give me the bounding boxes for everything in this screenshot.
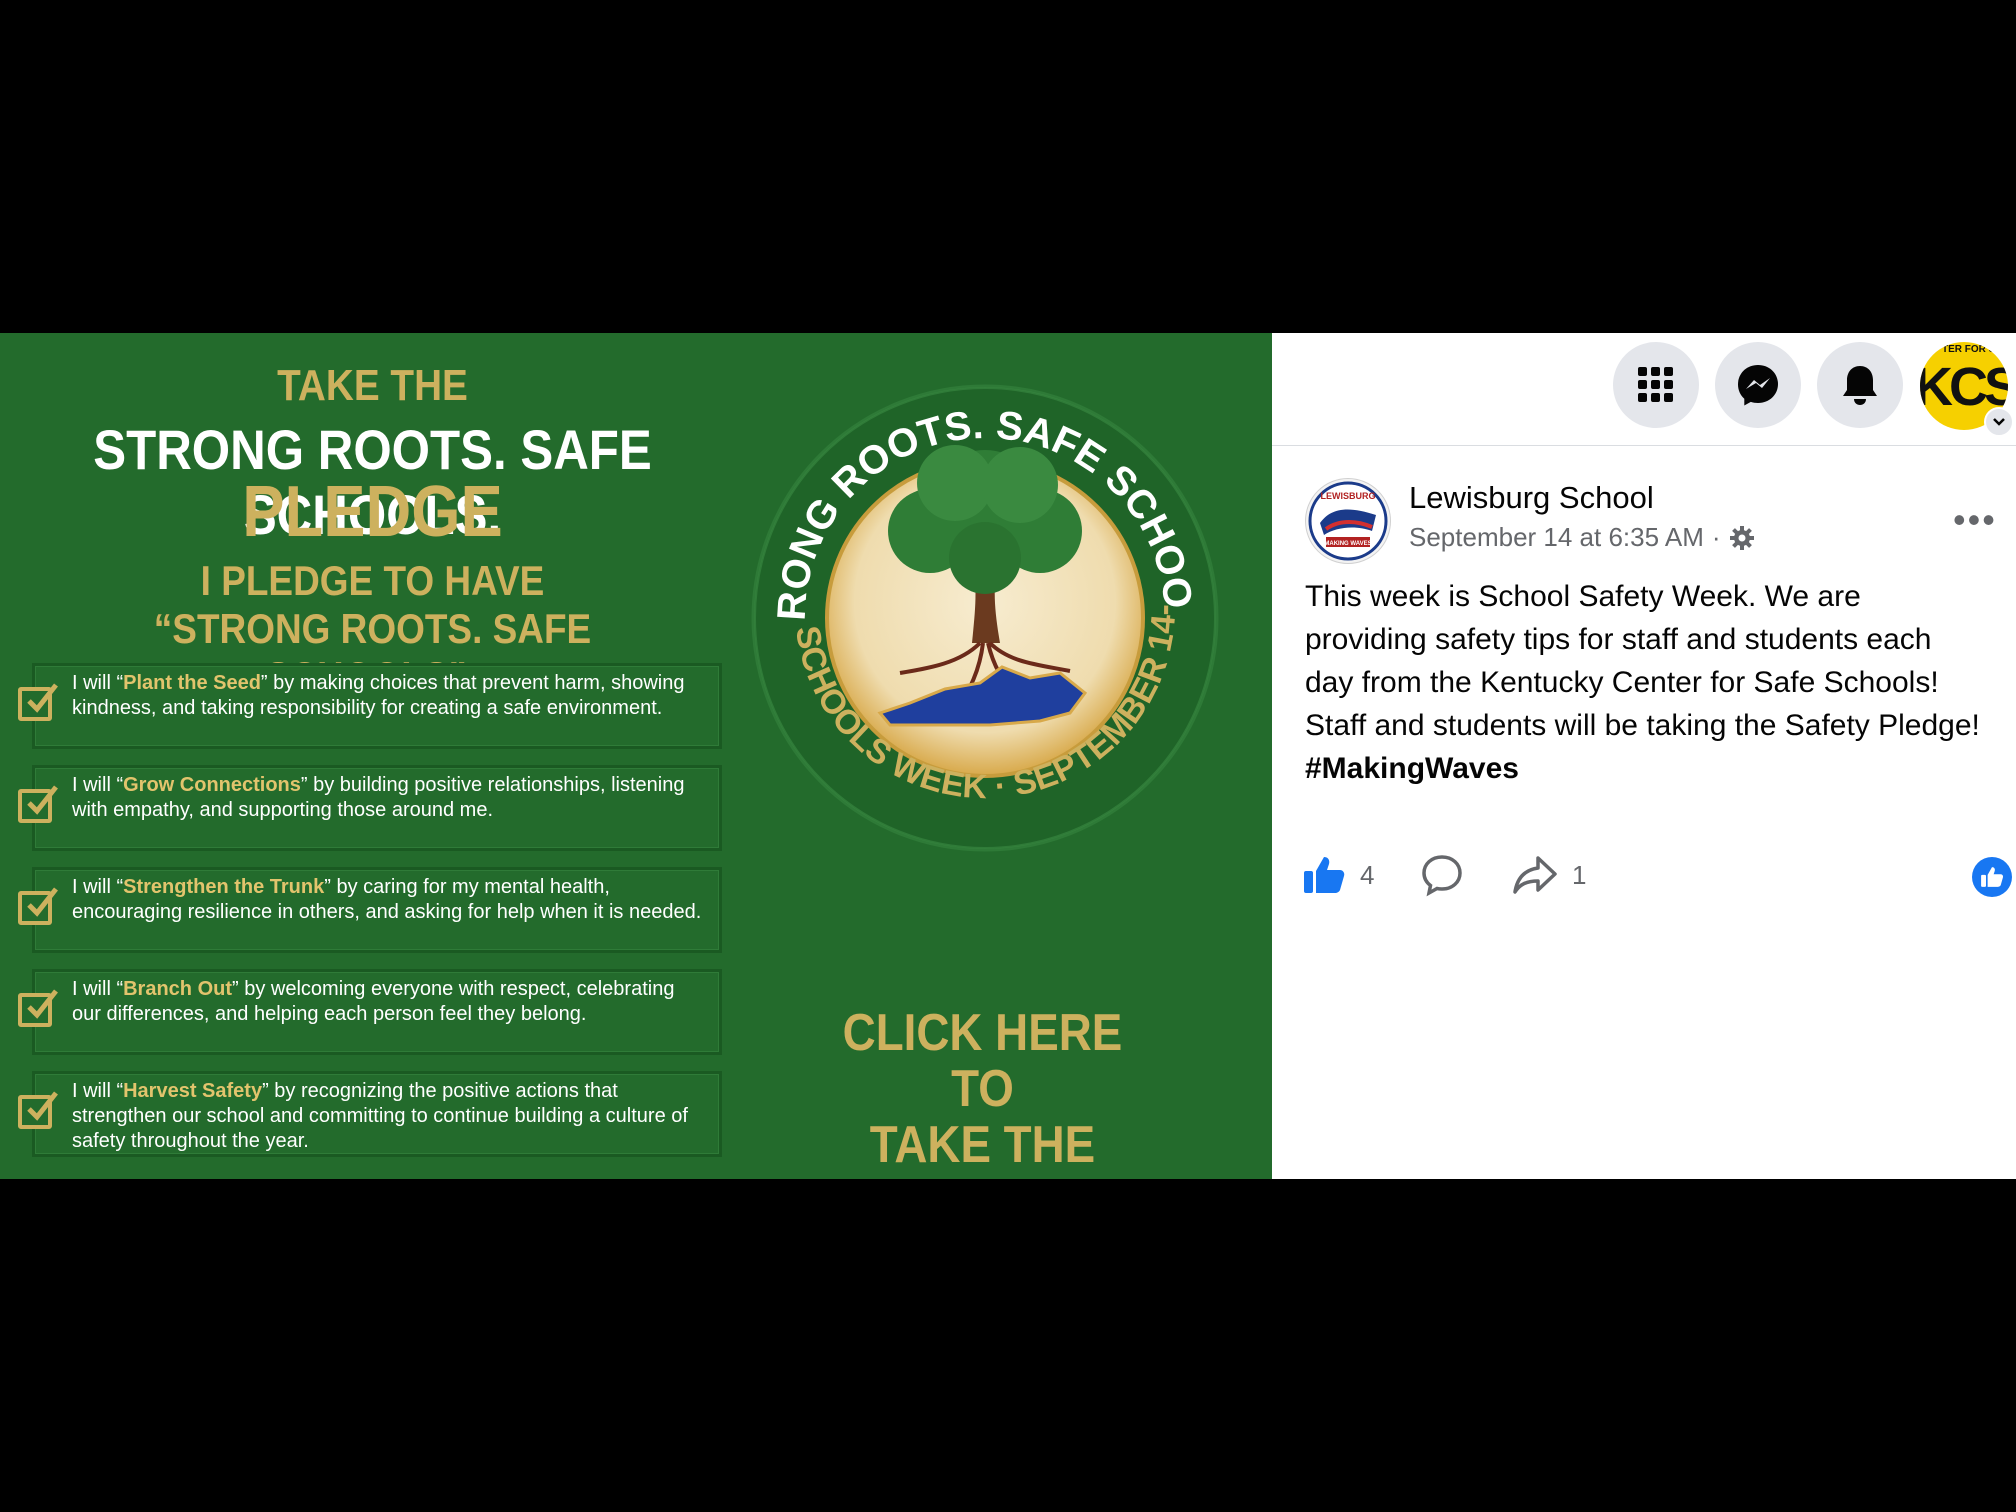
checkbox-icon — [18, 1091, 58, 1129]
post-body-text: This week is School Safety Week. We are … — [1305, 580, 1980, 742]
comment-button[interactable] — [1420, 853, 1464, 897]
messenger-icon — [1738, 365, 1778, 406]
pledge-item: I will “Plant the Seed” by making choice… — [16, 663, 722, 751]
post-header: LEWISBURG MAKING WAVES Lewisburg School … — [1305, 478, 1995, 578]
click-to-take-pledge[interactable]: CLICK HERE TO TAKE THE PLEDGE — [813, 1005, 1152, 1179]
gear-icon[interactable] — [1729, 525, 1755, 551]
checkbox-icon — [18, 887, 58, 925]
meta-separator: · — [1711, 522, 1721, 552]
screenshot-frame: TAKE THE STRONG ROOTS. SAFE SCHOOLS. PLE… — [0, 333, 2016, 1179]
checkbox-icon — [18, 683, 58, 721]
pledge-text: I will “Harvest Safety” by recognizing t… — [72, 1080, 688, 1152]
checkbox-icon — [18, 785, 58, 823]
svg-text:MAKING WAVES: MAKING WAVES — [1324, 541, 1371, 547]
svg-text:LEWISBURG: LEWISBURG — [1321, 491, 1376, 501]
comment-icon — [1422, 855, 1462, 897]
pledge-item: I will “Grow Connections” by building po… — [16, 765, 722, 853]
like-reaction-icon — [1972, 857, 2012, 897]
safe-schools-seal: STRONG ROOTS. SAFE SCHOOLS. KY SAFE SCHO… — [740, 373, 1219, 852]
pledge-text: I will “Grow Connections” by building po… — [72, 774, 685, 821]
page-name-link[interactable]: Lewisburg School — [1409, 480, 1654, 516]
pledge-item: I will “Strengthen the Trunk” by caring … — [16, 867, 722, 955]
hashtag-link[interactable]: #MakingWaves — [1305, 752, 1519, 785]
poster-pledge-title: PLEDGE — [242, 472, 503, 552]
facebook-post-panel: TER FOR S KCS LEWISBURG MAKING WAVES Lew… — [1272, 333, 2016, 1179]
post-actions: 4 1 — [1302, 853, 2002, 923]
pledge-text: I will “Branch Out” by welcoming everyon… — [72, 978, 675, 1025]
pledge-poster-image[interactable]: TAKE THE STRONG ROOTS. SAFE SCHOOLS. PLE… — [0, 333, 1272, 1179]
post-body: This week is School Safety Week. We are … — [1305, 575, 1985, 790]
apps-grid-icon — [1638, 367, 1673, 402]
more-options-button[interactable]: ••• — [1953, 502, 1997, 538]
share-count: 1 — [1572, 859, 1587, 890]
like-button[interactable]: 4 — [1302, 853, 1374, 897]
pledge-item: I will “Harvest Safety” by recognizing t… — [16, 1071, 722, 1159]
pledge-item: I will “Branch Out” by welcoming everyon… — [16, 969, 722, 1057]
post-meta: September 14 at 6:35 AM · — [1409, 522, 1755, 553]
share-icon — [1513, 856, 1557, 894]
poster-take-the: TAKE THE — [277, 361, 468, 410]
account-chevron-icon[interactable] — [1984, 407, 2014, 437]
messenger-button[interactable] — [1715, 342, 1801, 428]
like-count: 4 — [1360, 859, 1375, 890]
pledge-text: I will “Plant the Seed” by making choice… — [72, 672, 685, 719]
share-button[interactable]: 1 — [1512, 853, 1586, 897]
menu-button[interactable] — [1613, 342, 1699, 428]
poster-i-pledge: I PLEDGE TO HAVE — [200, 557, 545, 604]
bell-icon — [1843, 366, 1877, 405]
pledge-list: I will “Plant the Seed” by making choice… — [16, 663, 722, 1173]
post-timestamp[interactable]: September 14 at 6:35 AM — [1409, 522, 1704, 553]
notifications-button[interactable] — [1817, 342, 1903, 428]
top-navigation-bar: TER FOR S KCS — [1272, 333, 2016, 446]
checkbox-icon — [18, 989, 58, 1027]
thumbs-up-icon — [1304, 857, 1345, 893]
pledge-text: I will “Strengthen the Trunk” by caring … — [72, 876, 702, 923]
page-avatar[interactable]: LEWISBURG MAKING WAVES — [1305, 478, 1391, 564]
